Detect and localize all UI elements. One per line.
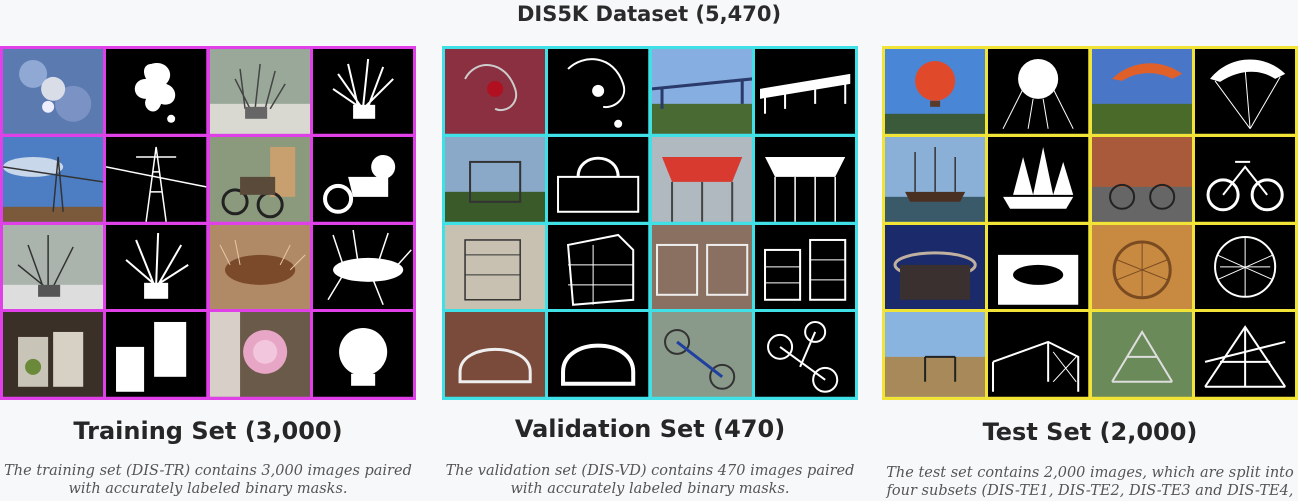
photo-thumb[interactable]: [209, 312, 310, 397]
description-line: with accurately labeled binary masks.: [510, 481, 790, 497]
mask-thumb[interactable]: [548, 136, 649, 222]
mask-thumb[interactable]: [312, 224, 413, 310]
mask-thumb[interactable]: [988, 312, 1089, 397]
mask-thumb[interactable]: [548, 312, 649, 397]
description-line: The training set (DIS-TR) contains 3,000…: [4, 463, 412, 479]
photo-thumb[interactable]: [445, 312, 546, 397]
mask-thumb[interactable]: [1194, 136, 1295, 222]
mask-thumb[interactable]: [754, 49, 855, 134]
mask-thumb[interactable]: [548, 49, 649, 134]
photo-thumb[interactable]: [1091, 312, 1192, 397]
photo-thumb[interactable]: [445, 136, 546, 222]
mask-thumb[interactable]: [106, 136, 207, 222]
validation-set-heading: Validation Set (470): [514, 415, 786, 443]
photo-thumb[interactable]: [445, 49, 546, 134]
photo-thumb[interactable]: [885, 49, 986, 134]
photo-thumb[interactable]: [445, 224, 546, 310]
training-panel: [0, 46, 416, 400]
test-set-heading: Test Set (2,000): [982, 418, 1198, 446]
photo-thumb[interactable]: [3, 224, 104, 310]
mask-thumb[interactable]: [106, 49, 207, 134]
mask-thumb[interactable]: [988, 136, 1089, 222]
photo-thumb[interactable]: [209, 136, 310, 222]
page-title: DIS5K Dataset (5,470): [516, 2, 782, 26]
mask-thumb[interactable]: [988, 49, 1089, 134]
mask-thumb[interactable]: [312, 49, 413, 134]
test-set-description: The test set contains 2,000 images, whic…: [882, 464, 1298, 500]
validation-image-grid: [442, 46, 858, 400]
photo-thumb[interactable]: [885, 136, 986, 222]
photo-thumb[interactable]: [885, 312, 986, 397]
mask-thumb[interactable]: [312, 136, 413, 222]
mask-thumb[interactable]: [988, 224, 1089, 310]
description-line: with accurately labeled binary masks.: [68, 481, 348, 497]
mask-thumb[interactable]: [754, 312, 855, 397]
test-panel: [882, 46, 1298, 400]
training-set-description: The training set (DIS-TR) contains 3,000…: [0, 462, 416, 498]
mask-thumb[interactable]: [312, 312, 413, 397]
photo-thumb[interactable]: [209, 49, 310, 134]
training-set-heading: Training Set (3,000): [73, 417, 343, 445]
validation-panel: [442, 46, 858, 400]
photo-thumb[interactable]: [3, 136, 104, 222]
photo-thumb[interactable]: [885, 224, 986, 310]
mask-thumb[interactable]: [1194, 312, 1295, 397]
mask-thumb[interactable]: [106, 224, 207, 310]
photo-thumb[interactable]: [1091, 224, 1192, 310]
description-line: The validation set (DIS-VD) contains 470…: [445, 463, 855, 479]
photo-thumb[interactable]: [651, 136, 752, 222]
training-image-grid: [0, 46, 416, 400]
test-image-grid: [882, 46, 1298, 400]
photo-thumb[interactable]: [3, 49, 104, 134]
mask-thumb[interactable]: [1194, 49, 1295, 134]
mask-thumb[interactable]: [754, 136, 855, 222]
description-line: four subsets (DIS-TE1, DIS-TE2, DIS-TE3 …: [886, 483, 1294, 499]
description-line: The test set contains 2,000 images, whic…: [886, 465, 1294, 481]
mask-thumb[interactable]: [1194, 224, 1295, 310]
photo-thumb[interactable]: [651, 224, 752, 310]
mask-thumb[interactable]: [548, 224, 649, 310]
photo-thumb[interactable]: [3, 312, 104, 397]
photo-thumb[interactable]: [651, 49, 752, 134]
photo-thumb[interactable]: [651, 312, 752, 397]
validation-set-description: The validation set (DIS-VD) contains 470…: [442, 462, 858, 498]
mask-thumb[interactable]: [106, 312, 207, 397]
photo-thumb[interactable]: [209, 224, 310, 310]
photo-thumb[interactable]: [1091, 49, 1192, 134]
photo-thumb[interactable]: [1091, 136, 1192, 222]
mask-thumb[interactable]: [754, 224, 855, 310]
